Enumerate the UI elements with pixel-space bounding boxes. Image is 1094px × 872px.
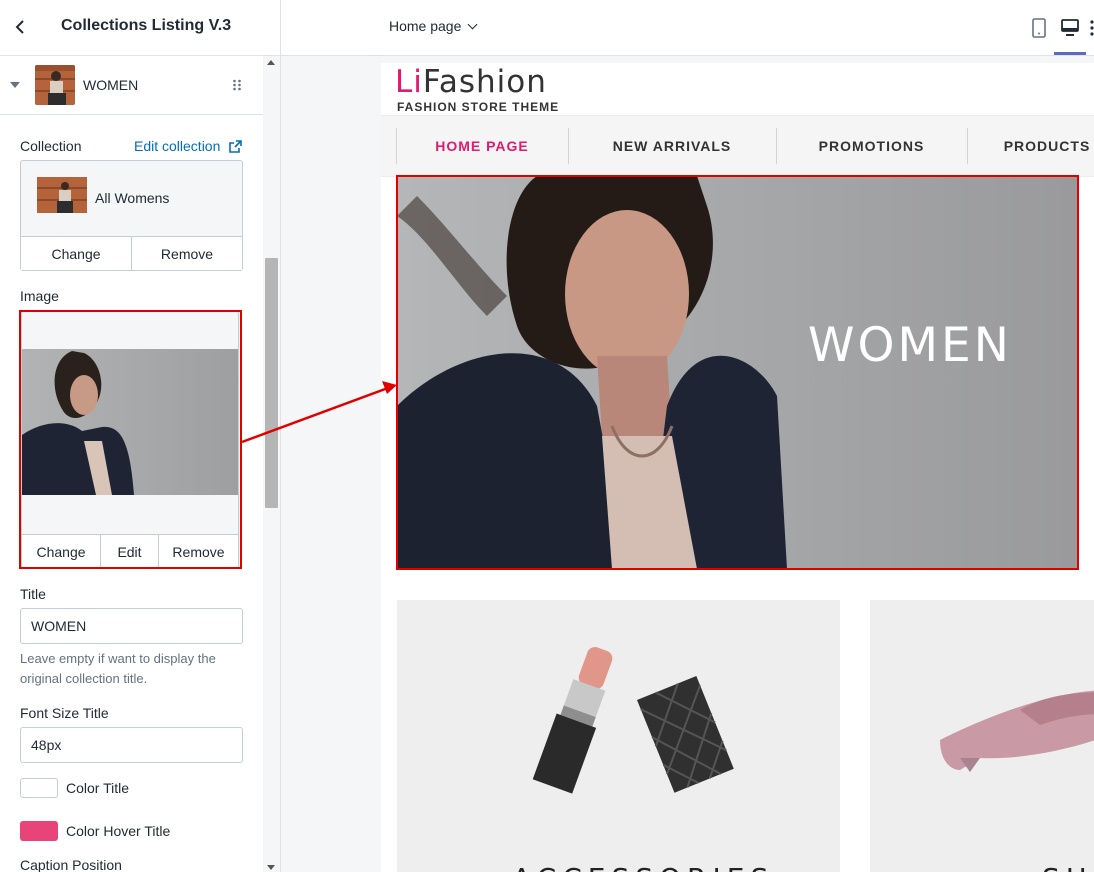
more-icon[interactable] bbox=[1089, 18, 1094, 38]
collection-card-shoes[interactable]: SHOES bbox=[870, 600, 1094, 872]
sidebar-header: Collections Listing V.3 bbox=[0, 0, 280, 56]
lipstick-image bbox=[532, 647, 734, 794]
back-arrow-icon[interactable] bbox=[10, 16, 32, 38]
image-label: Image bbox=[20, 288, 59, 304]
block-label: WOMEN bbox=[83, 77, 139, 93]
main-navigation: HOME PAGE NEW ARRIVALS PROMOTIONS PRODUC… bbox=[381, 115, 1094, 177]
sidebar-scrollbar[interactable] bbox=[263, 56, 280, 872]
banner-title: WOMEN bbox=[808, 318, 1012, 373]
color-title-label: Color Title bbox=[66, 780, 130, 796]
mobile-icon[interactable] bbox=[1031, 18, 1047, 38]
page-selector[interactable]: Home page bbox=[389, 18, 478, 34]
logo-tagline: FASHION STORE THEME bbox=[397, 100, 560, 114]
collection-thumbnail bbox=[37, 177, 87, 213]
collection-name: All Womens bbox=[95, 190, 170, 206]
title-input[interactable]: WOMEN bbox=[20, 608, 243, 644]
block-row-women[interactable]: WOMEN bbox=[0, 56, 263, 115]
nav-promotions[interactable]: PROMOTIONS bbox=[776, 128, 967, 164]
external-link-icon bbox=[229, 140, 243, 153]
image-picker: Change Edit Remove bbox=[21, 311, 239, 569]
page-selector-label: Home page bbox=[389, 18, 462, 34]
collection-label: Collection bbox=[20, 138, 82, 154]
logo-wordmark: LiFashion bbox=[395, 64, 547, 100]
block-thumbnail bbox=[35, 65, 75, 105]
chevron-down-icon bbox=[467, 19, 478, 30]
scrollbar-thumb[interactable] bbox=[265, 258, 278, 508]
shoe-image bbox=[940, 690, 1094, 772]
sidebar-title: Collections Listing V.3 bbox=[61, 17, 232, 34]
image-change-button[interactable]: Change bbox=[22, 535, 101, 568]
caption-position-label: Caption Position bbox=[20, 857, 122, 872]
scroll-up-arrow-icon[interactable] bbox=[267, 60, 275, 65]
active-device-indicator bbox=[1054, 52, 1086, 55]
drag-handle-icon[interactable] bbox=[232, 79, 242, 91]
color-title-swatch[interactable] bbox=[20, 778, 58, 798]
collapse-caret-icon[interactable] bbox=[10, 82, 20, 88]
scroll-down-arrow-icon[interactable] bbox=[267, 865, 275, 870]
edit-collection-label: Edit collection bbox=[134, 138, 221, 154]
collection-change-button[interactable]: Change bbox=[21, 237, 132, 270]
storefront-preview: LiFashion FASHION STORE THEME HOME PAGE … bbox=[381, 63, 1094, 872]
card-title-accessories: ACCESSORIES bbox=[512, 862, 774, 872]
title-help-text: Leave empty if want to display the origi… bbox=[20, 651, 216, 686]
image-edit-button[interactable]: Edit bbox=[101, 535, 159, 568]
desktop-icon[interactable] bbox=[1060, 18, 1080, 38]
sidebar-scroll-area: WOMEN Collection Edit collection All Wom… bbox=[0, 56, 263, 872]
nav-home-page[interactable]: HOME PAGE bbox=[396, 128, 568, 164]
settings-sidebar: Collections Listing V.3 WOMEN Collection… bbox=[0, 0, 281, 872]
edit-collection-link[interactable]: Edit collection bbox=[134, 138, 243, 154]
nav-new-arrivals[interactable]: NEW ARRIVALS bbox=[568, 128, 776, 164]
collection-picker: All Womens Change Remove bbox=[20, 160, 243, 271]
image-preview bbox=[22, 349, 238, 495]
card-title-shoes: SHOES bbox=[1042, 862, 1094, 872]
collection-banner-women[interactable]: WOMEN bbox=[397, 176, 1078, 569]
title-label: Title bbox=[20, 586, 46, 602]
store-logo[interactable]: LiFashion FASHION STORE THEME bbox=[395, 65, 559, 114]
image-remove-button[interactable]: Remove bbox=[159, 535, 238, 568]
collection-remove-button[interactable]: Remove bbox=[132, 237, 242, 270]
collection-card-accessories[interactable]: ACCESSORIES bbox=[397, 600, 840, 872]
nav-products[interactable]: PRODUCTS bbox=[967, 128, 1094, 164]
font-size-label: Font Size Title bbox=[20, 705, 109, 721]
preview-toolbar: Home page bbox=[281, 0, 1094, 56]
color-hover-swatch[interactable] bbox=[20, 821, 58, 841]
collection-actions: Change Remove bbox=[21, 236, 242, 270]
image-actions: Change Edit Remove bbox=[22, 534, 238, 568]
font-size-input[interactable]: 48px bbox=[20, 727, 243, 763]
color-hover-label: Color Hover Title bbox=[66, 823, 171, 839]
